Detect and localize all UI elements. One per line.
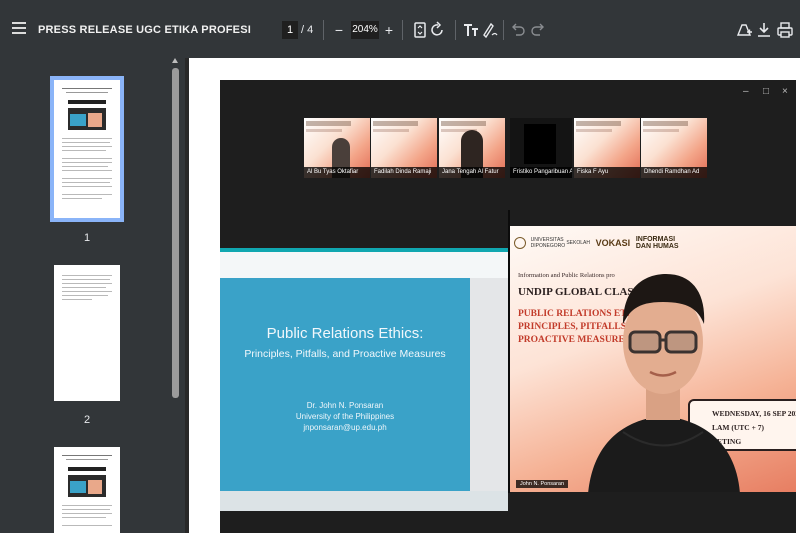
- rotate-icon[interactable]: [428, 20, 448, 40]
- scrollbar-thumb[interactable]: [172, 68, 179, 398]
- page-thumbnail-1[interactable]: [50, 76, 124, 222]
- fit-page-icon[interactable]: [410, 20, 430, 40]
- meeting-screenshot-image: – □ × Al Bu Tyas Oktafiar Fadilah Dinda …: [220, 80, 796, 533]
- document-viewer: – □ × Al Bu Tyas Oktafiar Fadilah Dinda …: [185, 58, 800, 533]
- pdf-toolbar: PRESS RELEASE UGC ETIKA PROFESI 1 / 4 − …: [0, 0, 800, 58]
- slide-affiliation: University of the Philippines: [295, 412, 395, 421]
- toolbar-divider: [323, 20, 324, 40]
- slide-title-panel: Public Relations Ethics: Principles, Pit…: [220, 278, 470, 491]
- menu-icon[interactable]: [12, 22, 26, 34]
- university-logo-icon: [514, 237, 526, 249]
- university-logo-text: UNIVERSITAS DIPONEGORO: [530, 237, 566, 249]
- toolbar-divider: [503, 20, 504, 40]
- slide-author-block: Dr. John N. Ponsaran University of the P…: [220, 400, 470, 433]
- participant-tile: Fadilah Dinda Ramaji: [371, 118, 437, 178]
- participant-tile: Fristiko Pangaribuan A: [510, 118, 572, 178]
- redo-icon[interactable]: [528, 20, 548, 40]
- vokasi-logo: VOKASI: [595, 238, 631, 248]
- zoom-level-input[interactable]: 204%: [351, 21, 379, 39]
- undo-icon[interactable]: [508, 20, 528, 40]
- zoom-out-button[interactable]: −: [333, 21, 345, 39]
- thumbnail-page-number: 2: [83, 414, 91, 426]
- page-thumbnail-2[interactable]: [54, 265, 120, 401]
- page-thumbnail-3[interactable]: [54, 447, 120, 533]
- drive-save-icon[interactable]: [734, 20, 754, 40]
- toolbar-divider: [402, 20, 403, 40]
- participant-name: Fiska F Ayu: [574, 167, 640, 178]
- info-humas-logo: INFORMASI DAN HUMAS: [635, 236, 679, 250]
- page-total: / 4: [301, 24, 314, 36]
- participant-tile: Dhendi Ramdhan Ad: [641, 118, 707, 178]
- thumbnail-page-number: 1: [83, 232, 91, 244]
- zoom-in-button[interactable]: +: [383, 21, 395, 39]
- participant-name: Fristiko Pangaribuan A: [510, 167, 572, 178]
- participant-name: Dhendi Ramdhan Ad: [641, 167, 707, 178]
- annotate-icon[interactable]: [480, 20, 500, 40]
- sidebar-scrollbar[interactable]: [172, 58, 179, 532]
- participant-name: Jana Tengah Al Fatur: [439, 167, 505, 178]
- scroll-up-arrow-icon[interactable]: [172, 58, 178, 63]
- presenter-avatar: [588, 274, 740, 492]
- page-number-input[interactable]: 1: [282, 21, 298, 39]
- participant-name: Al Bu Tyas Oktafiar: [304, 167, 370, 178]
- restore-icon: □: [763, 86, 770, 97]
- slide-title: Public Relations Ethics:: [266, 325, 424, 342]
- download-icon[interactable]: [754, 20, 774, 40]
- minimize-icon: –: [743, 86, 749, 97]
- pdf-page: – □ × Al Bu Tyas Oktafiar Fadilah Dinda …: [189, 58, 800, 533]
- participant-tile: Fiska F Ayu: [574, 118, 640, 178]
- event-logos: UNIVERSITAS DIPONEGORO SEKOLAH VOKASI IN…: [514, 236, 679, 250]
- slide-subtitle: Principles, Pitfalls, and Proactive Meas…: [244, 348, 446, 360]
- participant-tile: Jana Tengah Al Fatur: [439, 118, 505, 178]
- slide-accent-stripe: [220, 248, 508, 252]
- participant-tile: Al Bu Tyas Oktafiar: [304, 118, 370, 178]
- presenter-name-label: John N. Ponsaran: [516, 480, 569, 488]
- text-size-icon[interactable]: [461, 20, 481, 40]
- slide-email: jnponsaran@up.edu.ph: [303, 423, 387, 432]
- presentation-slide: Public Relations Ethics: Principles, Pit…: [220, 248, 508, 511]
- slide-author: Dr. John N. Ponsaran: [306, 401, 384, 410]
- close-icon: ×: [782, 86, 788, 97]
- participant-name: Fadilah Dinda Ramaji: [371, 167, 437, 178]
- print-icon[interactable]: [775, 20, 795, 40]
- document-title: PRESS RELEASE UGC ETIKA PROFESI: [38, 24, 251, 36]
- toolbar-divider: [455, 20, 456, 40]
- presenter-video: UNIVERSITAS DIPONEGORO SEKOLAH VOKASI IN…: [510, 226, 796, 492]
